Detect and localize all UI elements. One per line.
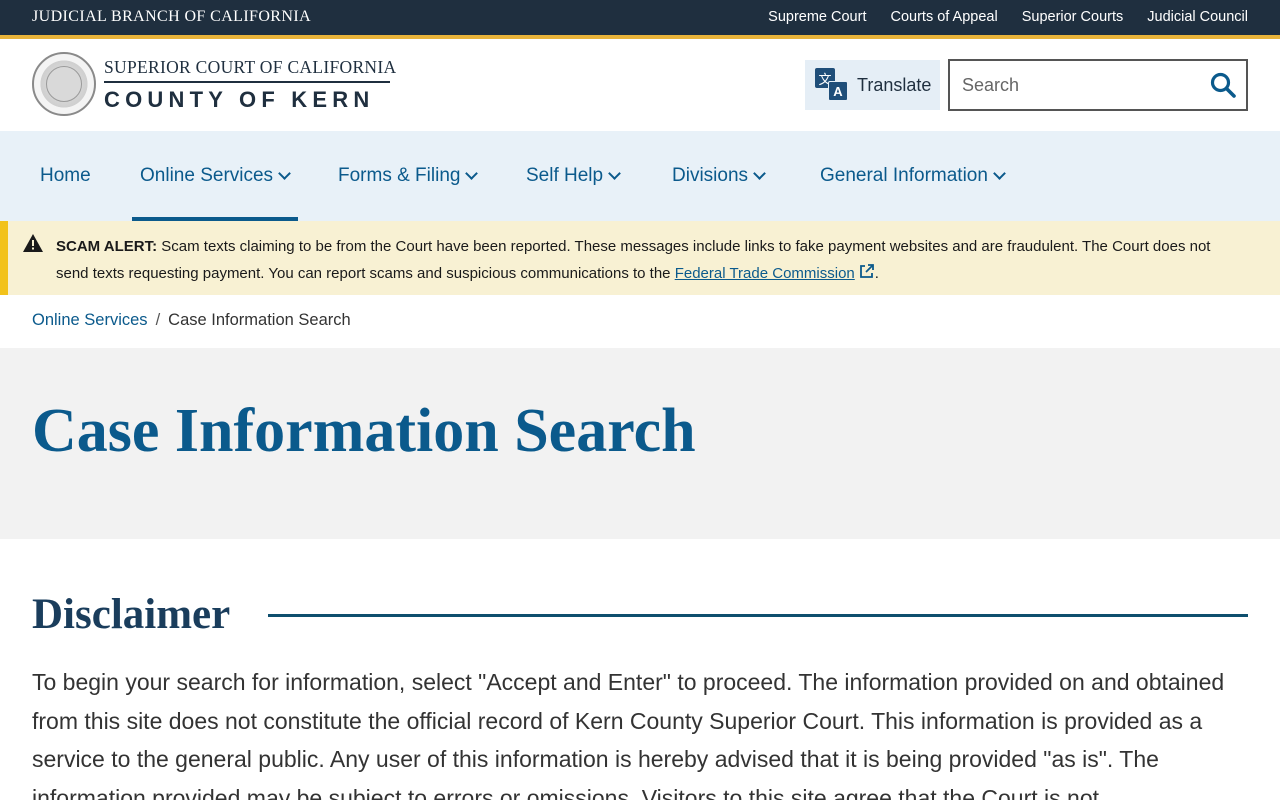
search-input[interactable] [950, 61, 1200, 109]
search-icon [1210, 72, 1236, 98]
external-link-icon [859, 264, 874, 278]
breadcrumb-current: Case Information Search [168, 311, 351, 329]
breadcrumb: Online Services / Case Information Searc… [32, 311, 351, 330]
nav-forms-filing[interactable]: Forms & Filing [338, 131, 479, 221]
link-supreme-court[interactable]: Supreme Court [768, 9, 866, 25]
search-button[interactable] [1208, 71, 1238, 101]
link-superior-courts[interactable]: Superior Courts [1022, 9, 1124, 25]
translate-button[interactable]: 文A Translate [805, 60, 940, 110]
nav-online-services[interactable]: Online Services [140, 131, 291, 221]
nav-general-information[interactable]: General Information [820, 131, 1006, 221]
judicial-branch-bar: JUDICIAL BRANCH OF CALIFORNIA Supreme Co… [0, 0, 1280, 35]
site-search [948, 59, 1248, 111]
nav-divisions-label: Divisions [672, 165, 749, 186]
nav-general-information-label: General Information [820, 165, 988, 186]
chevron-down-icon [608, 166, 621, 180]
nav-forms-filing-label: Forms & Filing [338, 165, 461, 186]
translate-label: Translate [857, 74, 932, 95]
scam-alert-banner: SCAM ALERT: Scam texts claiming to be fr… [0, 221, 1280, 295]
nav-home-label: Home [40, 165, 91, 186]
alert-label: SCAM ALERT: [56, 238, 158, 255]
heading-rule [268, 614, 1248, 617]
nav-divisions[interactable]: Divisions [672, 131, 766, 221]
judicial-links: Supreme Court Courts of Appeal Superior … [768, 9, 1248, 25]
nav-self-help-label: Self Help [526, 165, 604, 186]
page-hero: Case Information Search [0, 348, 1280, 539]
nav-self-help[interactable]: Self Help [526, 131, 621, 221]
seal-center [46, 66, 82, 102]
court-seal-logo[interactable] [32, 52, 96, 116]
alert-body: Scam texts claiming to be from the Court… [56, 238, 1211, 282]
nav-online-services-label: Online Services [140, 165, 274, 186]
link-courts-of-appeal[interactable]: Courts of Appeal [890, 9, 997, 25]
chevron-down-icon [753, 166, 766, 180]
logo-divider [104, 81, 390, 83]
disclaimer-heading: Disclaimer [32, 591, 231, 638]
judicial-branch-title[interactable]: JUDICIAL BRANCH OF CALIFORNIA [32, 8, 311, 26]
breadcrumb-online-services[interactable]: Online Services [32, 311, 148, 330]
logo-court-name[interactable]: SUPERIOR COURT OF CALIFORNIA [104, 57, 396, 78]
chevron-down-icon [465, 166, 479, 180]
alert-trailing: . [874, 265, 879, 282]
main-navigation: Home Online Services Forms & Filing Self… [0, 131, 1280, 221]
breadcrumb-separator: / [155, 311, 161, 329]
warning-icon [23, 234, 43, 252]
link-judicial-council[interactable]: Judicial Council [1147, 9, 1248, 25]
chevron-down-icon [993, 166, 1006, 180]
page-title: Case Information Search [32, 397, 696, 465]
nav-home[interactable]: Home [40, 131, 91, 221]
logo-county-name[interactable]: COUNTY OF KERN [104, 87, 374, 113]
chevron-down-icon [278, 166, 291, 180]
translate-icon: 文A [815, 68, 849, 102]
ftc-link[interactable]: Federal Trade Commission [674, 264, 875, 282]
alert-message: SCAM ALERT: Scam texts claiming to be fr… [56, 233, 1216, 287]
site-header: SUPERIOR COURT OF CALIFORNIA COUNTY OF K… [0, 39, 1280, 131]
ftc-link-label: Federal Trade Commission [674, 265, 855, 282]
disclaimer-text: To begin your search for information, se… [32, 669, 1225, 800]
